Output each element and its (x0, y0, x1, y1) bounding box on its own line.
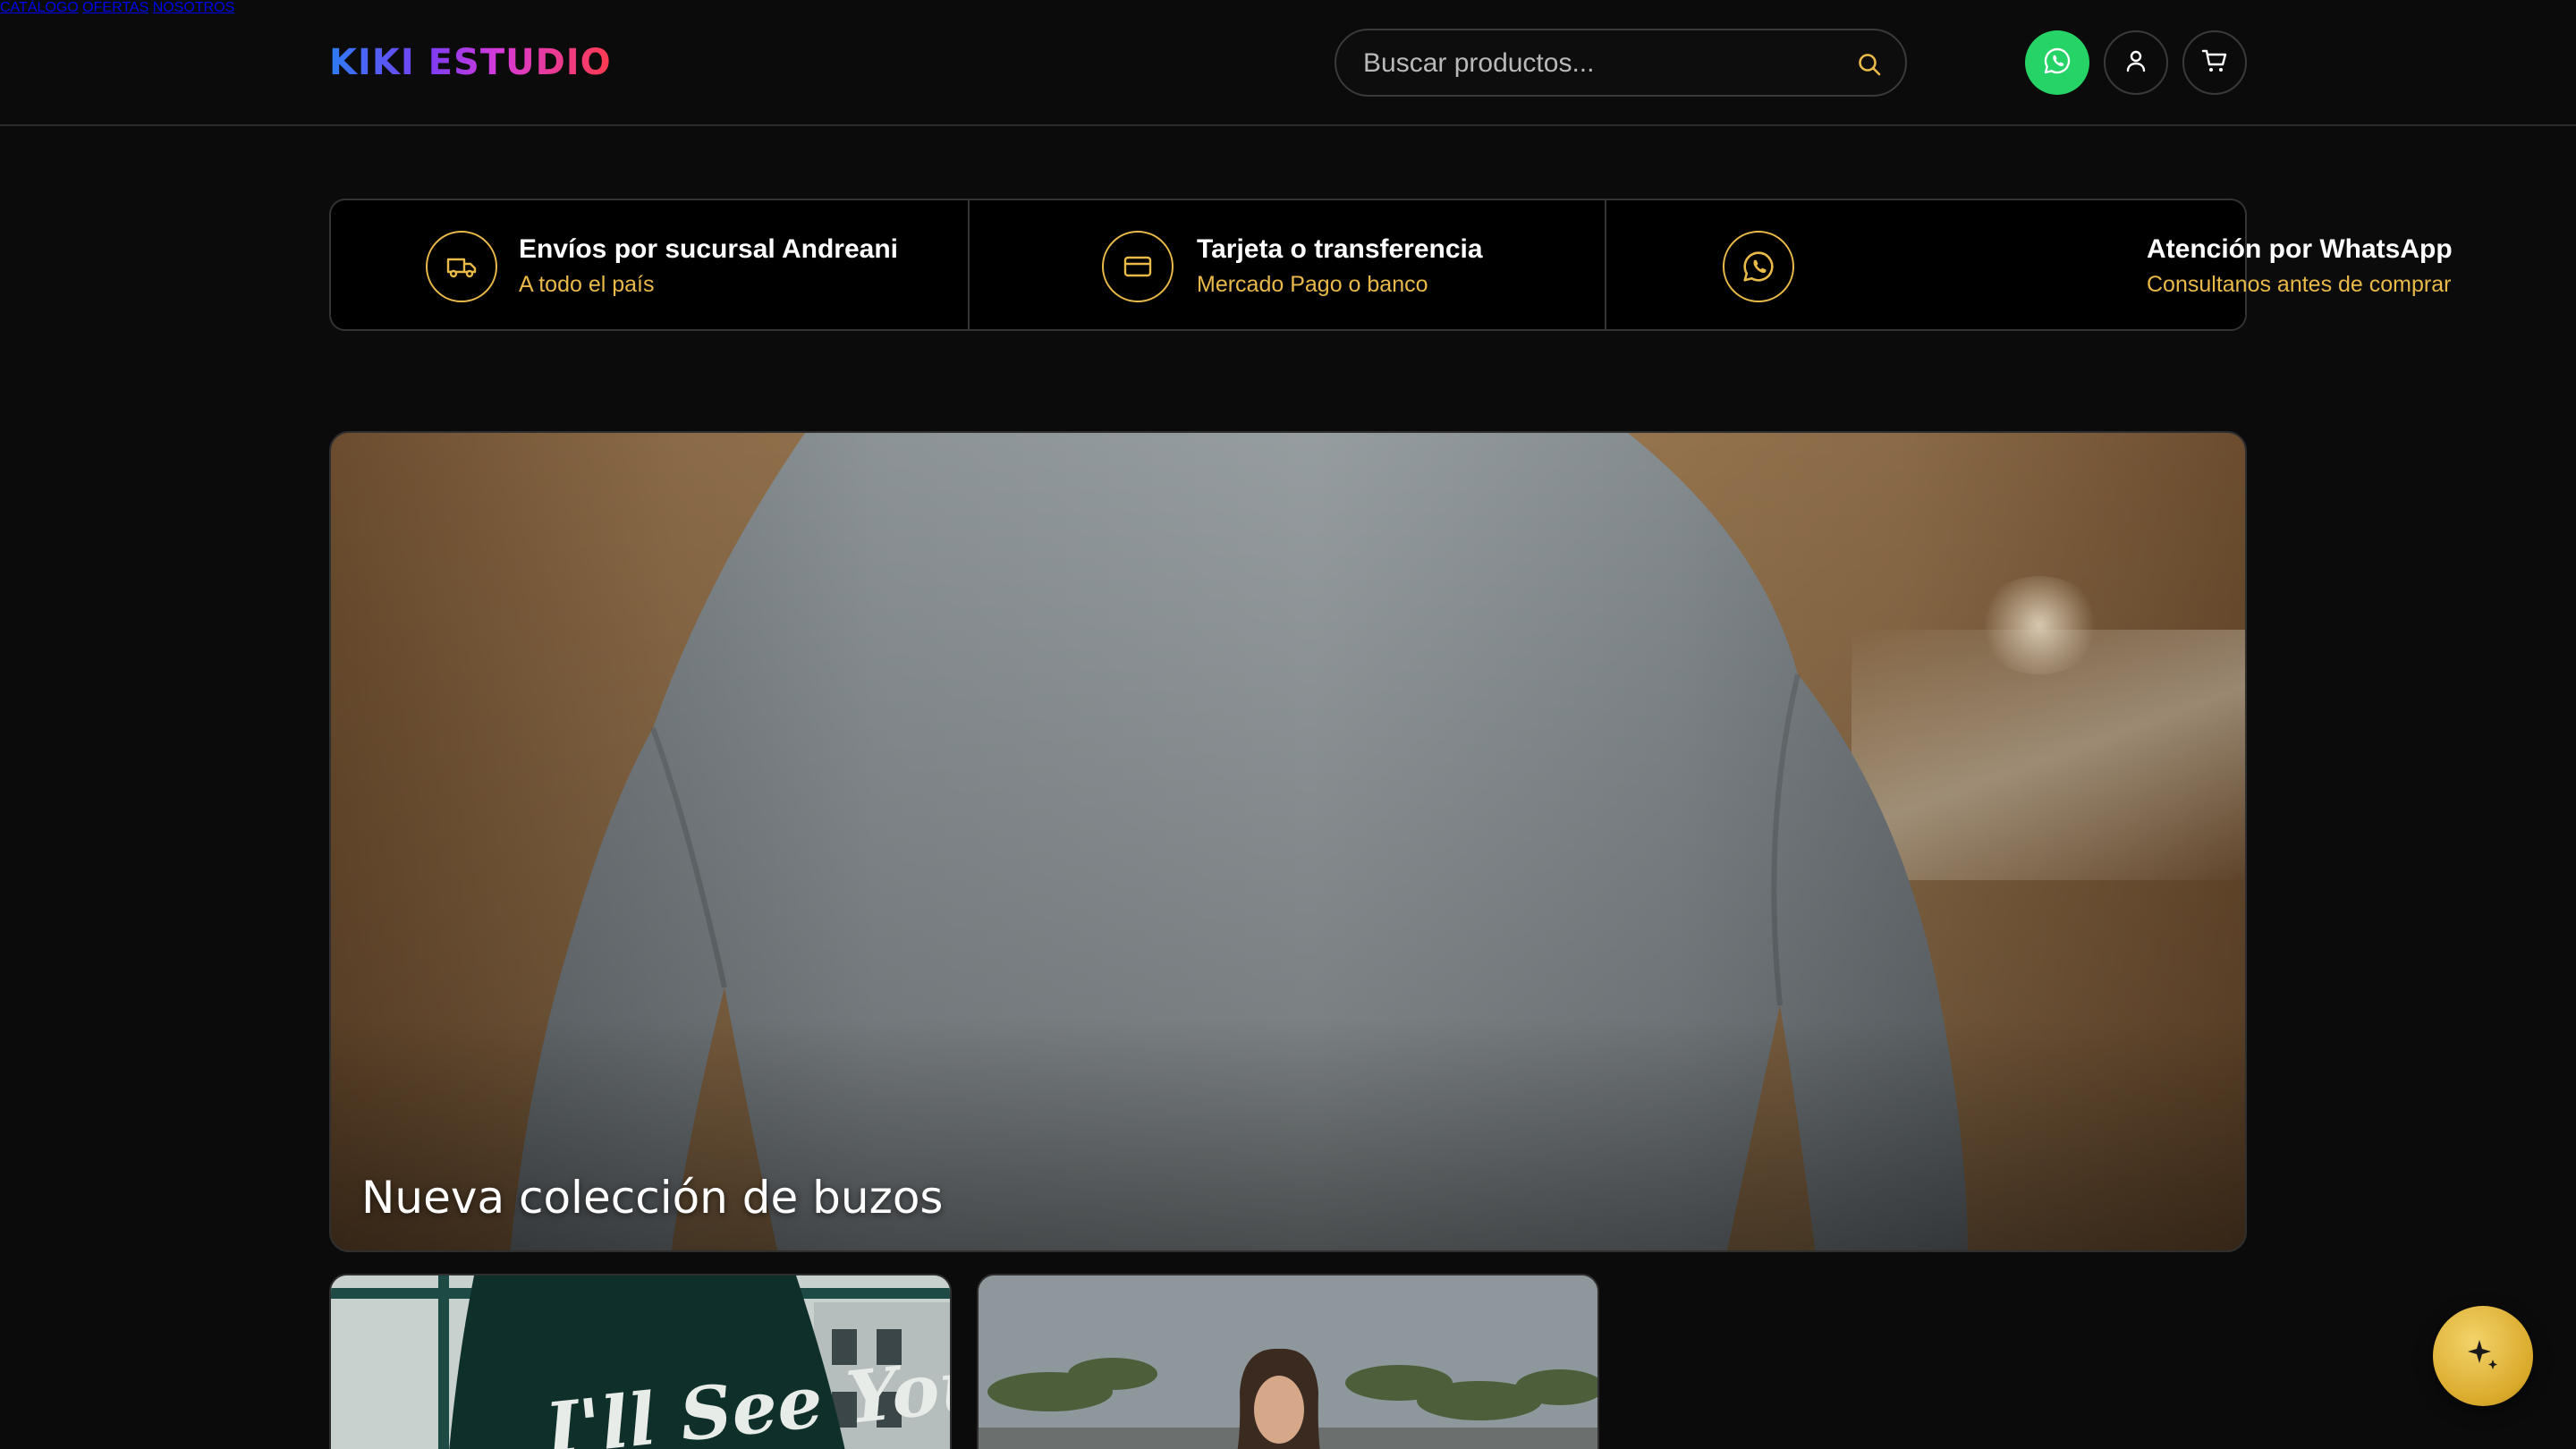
user-icon (2123, 47, 2149, 79)
main-nav: CATÁLOGO OFERTAS NOSOTROS (0, 0, 2576, 16)
feature-subtitle: Mercado Pago o banco (1197, 272, 1428, 297)
assistant-button[interactable] (2433, 1306, 2533, 1406)
hero-banner[interactable]: Nueva colección de buzos (329, 431, 2247, 1252)
cart-icon (2200, 47, 2229, 80)
feature-subtitle: A todo el país (519, 272, 655, 297)
cart-button[interactable] (2182, 30, 2247, 95)
nav-catalogo[interactable]: CATÁLOGO (0, 0, 79, 15)
brand-logo[interactable]: KIKI ESTUDIO (329, 39, 612, 86)
account-button[interactable] (2104, 30, 2168, 95)
feature-title: Atención por WhatsApp (2147, 234, 2453, 264)
feature-payment: Tarjeta o transferencia Mercado Pago o b… (970, 200, 1605, 329)
woman-palms-photo[interactable] (977, 1274, 1599, 1449)
feature-subtitle: Consultanos antes de comprar (2147, 272, 2452, 297)
features-bar: Envíos por sucursal Andreani A todo el p… (329, 199, 2453, 331)
hoodie-photo[interactable]: I'll See You (329, 1274, 952, 1449)
feature-whatsapp: Atención por WhatsApp Consultanos antes … (1606, 200, 2453, 329)
site-header: KIKI ESTUDIO CATÁLOGO OFERTAS NOSOTROS (0, 0, 2576, 126)
hoodie-illustration: I'll See You (331, 1275, 950, 1449)
credit-card-icon (1102, 231, 1174, 302)
hero-caption: Nueva colección de buzos (361, 1172, 944, 1224)
sparkle-icon (2462, 1333, 2504, 1380)
whatsapp-icon (2042, 46, 2072, 80)
truck-icon (426, 231, 497, 302)
whatsapp-icon (1723, 231, 1794, 302)
woman-palms-illustration (979, 1275, 1597, 1449)
nav-ofertas[interactable]: OFERTAS (82, 0, 148, 15)
search-bar (1335, 29, 1907, 97)
search-icon[interactable] (1857, 52, 1882, 77)
feature-title: Envíos por sucursal Andreani (519, 234, 898, 264)
whatsapp-button[interactable] (2025, 30, 2089, 95)
nav-nosotros[interactable]: NOSOTROS (153, 0, 235, 15)
feature-shipping: Envíos por sucursal Andreani A todo el p… (331, 200, 968, 329)
search-input[interactable] (1363, 43, 1828, 84)
feature-title: Tarjeta o transferencia (1197, 234, 1483, 264)
